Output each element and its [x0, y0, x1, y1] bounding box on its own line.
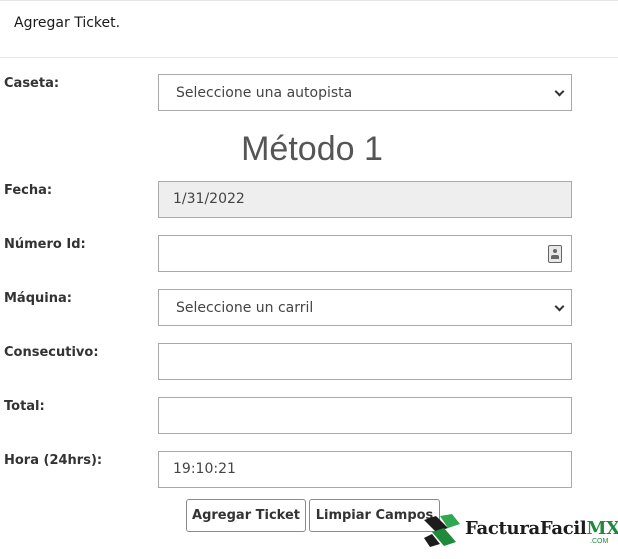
- fecha-label: Fecha:: [4, 183, 53, 198]
- logo-suffix: MX: [586, 518, 618, 539]
- chevron-down-icon: [554, 86, 565, 97]
- logo-wordmark: FacturaFacilMX: [465, 518, 618, 539]
- logo-domain: .COM: [590, 538, 609, 545]
- page-title: Agregar Ticket.: [14, 15, 121, 31]
- hora-value: 19:10:21: [173, 461, 236, 477]
- maquina-select[interactable]: Seleccione un carril: [158, 289, 572, 326]
- page-header: Agregar Ticket.: [0, 0, 618, 58]
- caseta-selected-value: Seleccione una autopista: [176, 85, 353, 101]
- numero-id-label: Número Id:: [4, 237, 86, 252]
- fecha-value: 1/31/2022: [173, 191, 245, 207]
- total-label: Total:: [4, 399, 45, 414]
- contact-card-icon[interactable]: [548, 245, 562, 263]
- method-title: Método 1: [241, 130, 383, 168]
- consecutivo-label: Consecutivo:: [4, 345, 99, 360]
- numero-id-input[interactable]: [158, 235, 572, 272]
- total-input[interactable]: [158, 397, 572, 434]
- hora-input[interactable]: 19:10:21: [158, 451, 572, 488]
- facturafacil-logo-icon: [424, 514, 460, 547]
- fecha-field: 1/31/2022: [158, 181, 572, 218]
- add-ticket-button[interactable]: Agregar Ticket: [186, 499, 306, 532]
- hora-label: Hora (24hrs):: [4, 453, 103, 468]
- caseta-label: Caseta:: [4, 76, 60, 91]
- chevron-down-icon: [554, 301, 565, 312]
- maquina-label: Máquina:: [4, 291, 72, 306]
- caseta-select[interactable]: Seleccione una autopista: [158, 74, 572, 111]
- consecutivo-input[interactable]: [158, 343, 572, 380]
- logo-name: FacturaFacil: [465, 518, 587, 539]
- facturafacil-logo: FacturaFacilMX .COM: [422, 510, 618, 550]
- maquina-selected-value: Seleccione un carril: [176, 300, 314, 316]
- clear-fields-button[interactable]: Limpiar Campos: [309, 499, 440, 532]
